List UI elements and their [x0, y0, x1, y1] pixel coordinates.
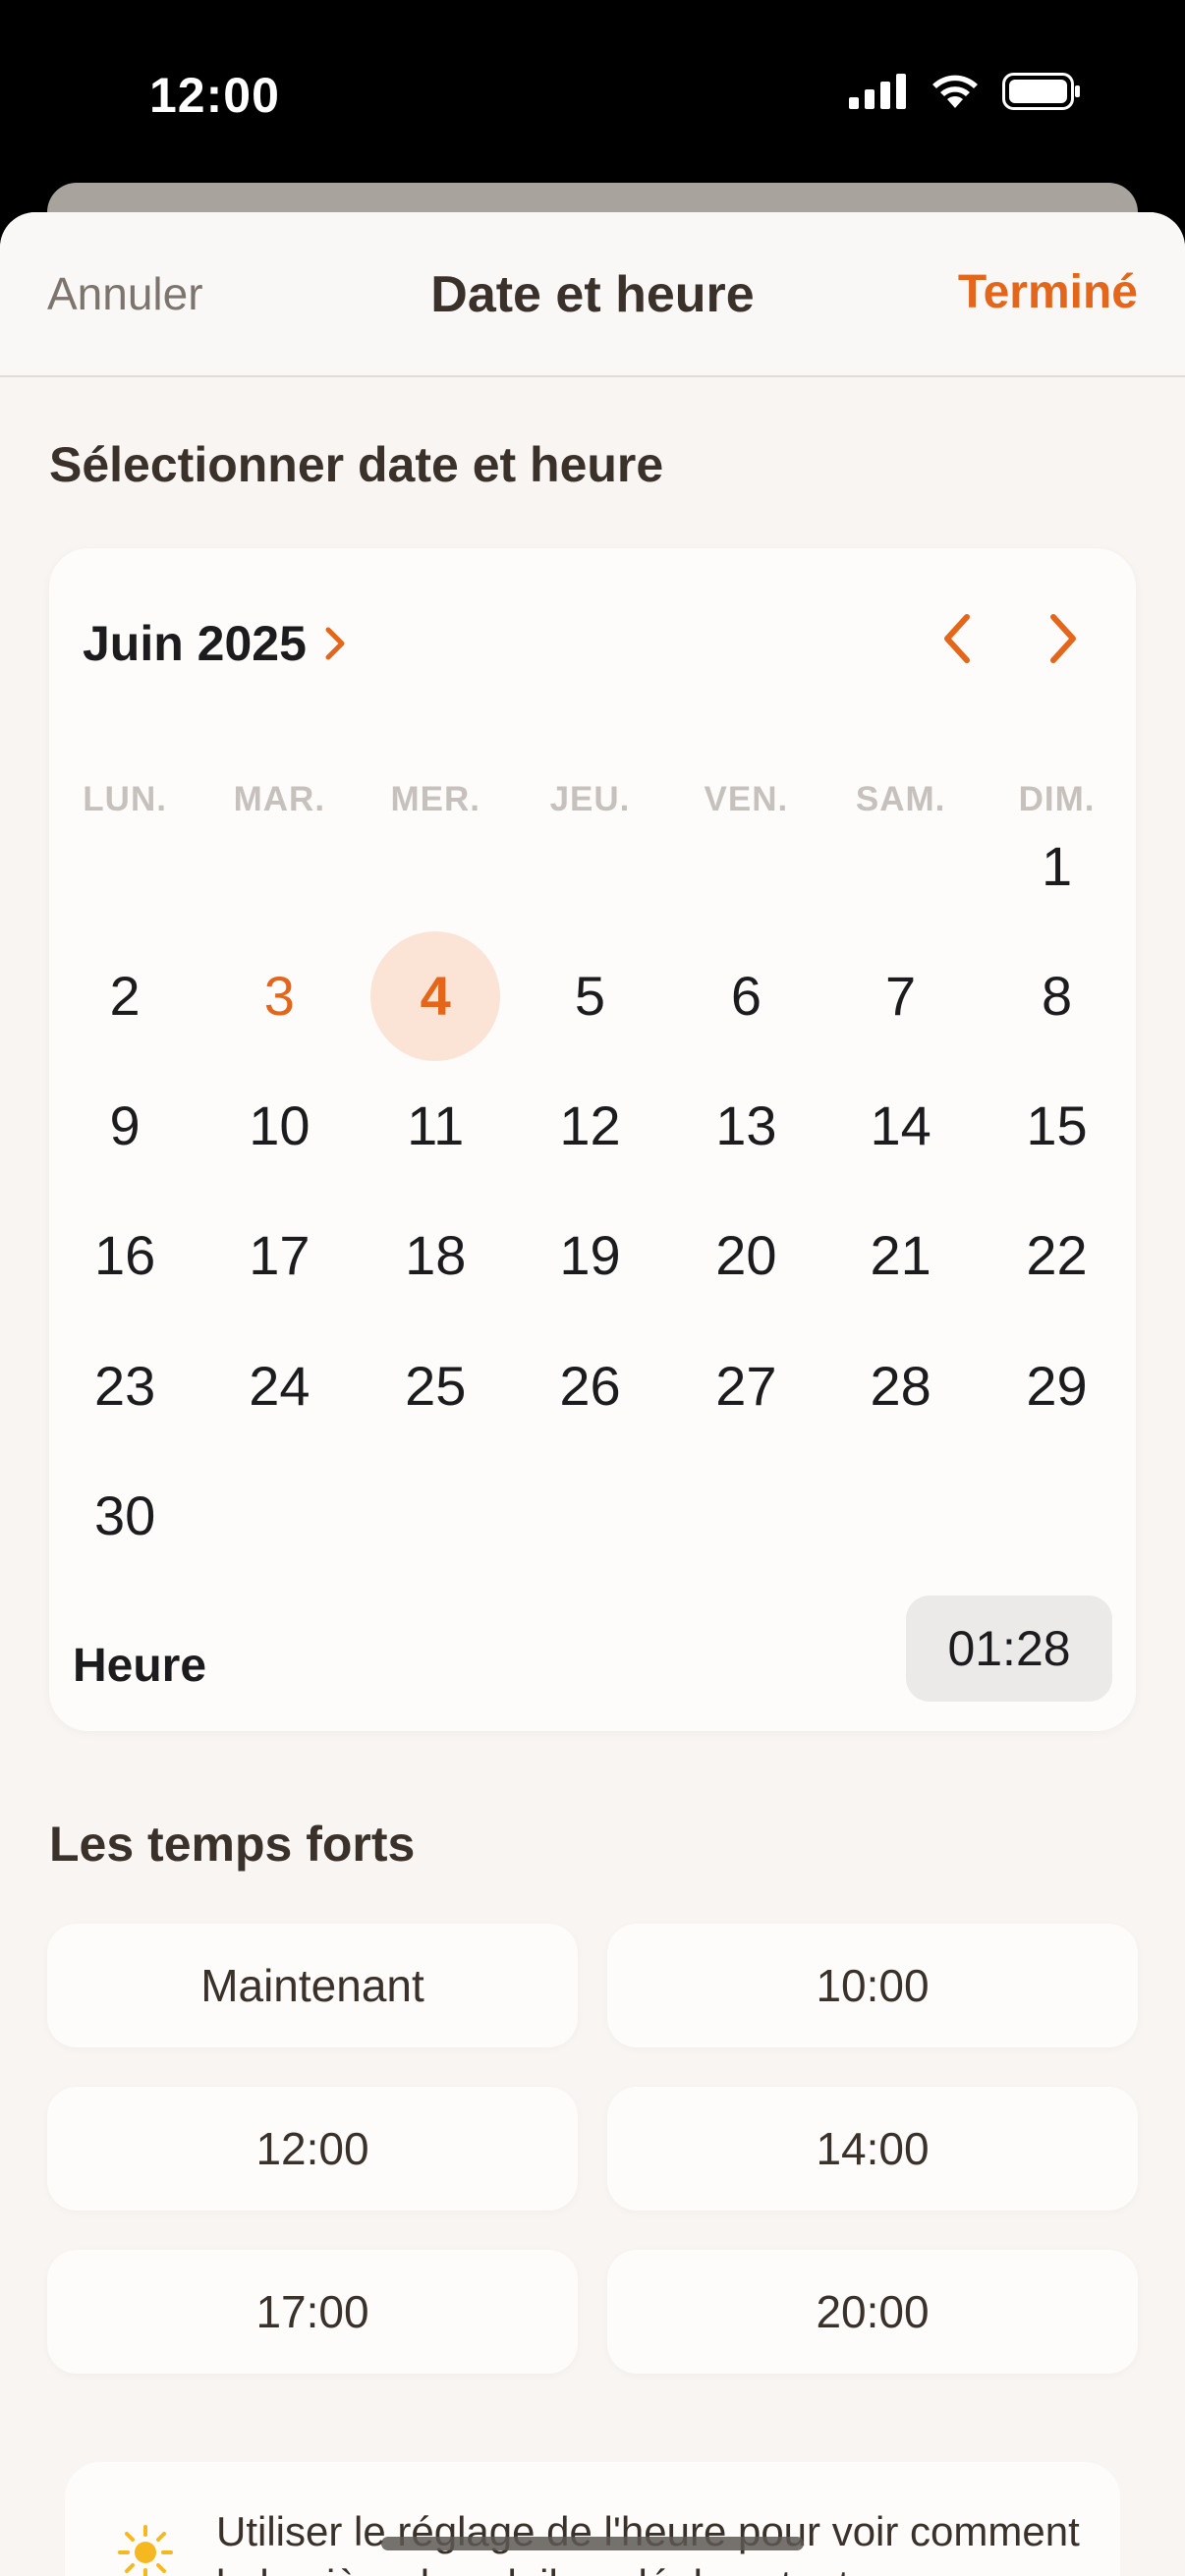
chevron-right-icon: [1050, 614, 1076, 663]
calendar-day[interactable]: 23: [60, 1320, 190, 1450]
time-picker-button[interactable]: 01:28: [906, 1596, 1112, 1702]
calendar-day[interactable]: 5: [525, 931, 654, 1061]
quick-time-button[interactable]: 20:00: [607, 2250, 1138, 2374]
calendar-day[interactable]: 7: [836, 931, 966, 1061]
month-label: Juin 2025: [83, 616, 307, 671]
done-button[interactable]: Terminé: [958, 265, 1138, 319]
navigation-bar: Annuler Date et heure Terminé: [0, 212, 1185, 377]
wifi-icon: [932, 75, 978, 108]
calendar-day[interactable]: 13: [681, 1061, 811, 1191]
calendar-day[interactable]: 15: [992, 1061, 1122, 1191]
cellular-signal-icon: [849, 74, 906, 109]
calendar-day[interactable]: 1: [992, 802, 1122, 931]
calendar-day[interactable]: 6: [681, 931, 811, 1061]
weekday-label: MER.: [390, 780, 480, 818]
sun-icon: [118, 2525, 173, 2576]
date-time-sheet: Annuler Date et heure Terminé Sélectionn…: [0, 212, 1185, 2576]
month-selector[interactable]: Juin 2025: [83, 615, 350, 672]
calendar-day[interactable]: 20: [681, 1191, 811, 1320]
calendar-day[interactable]: 14: [836, 1061, 966, 1191]
chevron-right-icon: [325, 627, 345, 660]
weekday-label: JEU.: [549, 780, 631, 818]
calendar-day[interactable]: 17: [214, 1191, 344, 1320]
calendar-day[interactable]: 27: [681, 1320, 811, 1450]
status-time: 12:00: [149, 68, 280, 123]
tip-card: Utiliser le réglage de l'heure pour voir…: [65, 2462, 1120, 2576]
chevron-left-icon: [944, 614, 970, 663]
calendar-day[interactable]: 9: [60, 1061, 190, 1191]
calendar-day[interactable]: 25: [370, 1320, 500, 1450]
quick-time-button[interactable]: 10:00: [607, 1924, 1138, 2047]
quick-time-button[interactable]: 17:00: [47, 2250, 578, 2374]
calendar-day[interactable]: 22: [992, 1191, 1122, 1320]
quick-time-now-button[interactable]: Maintenant: [47, 1924, 578, 2047]
weekday-label: VEN.: [704, 780, 789, 818]
quick-time-button[interactable]: 14:00: [607, 2087, 1138, 2211]
calendar-day[interactable]: 24: [214, 1320, 344, 1450]
time-label: Heure: [73, 1640, 207, 1692]
calendar-day[interactable]: 3: [214, 931, 344, 1061]
calendar-day[interactable]: 29: [992, 1320, 1122, 1450]
home-indicator: [381, 2537, 804, 2550]
status-bar: 12:00: [0, 0, 1185, 187]
weekday-label: SAM.: [855, 780, 946, 818]
calendar-day-selected[interactable]: 4: [370, 930, 501, 1061]
weekday-label: MAR.: [233, 780, 326, 818]
calendar-day[interactable]: 28: [836, 1320, 966, 1450]
previous-month-button[interactable]: [926, 607, 988, 670]
calendar-day[interactable]: 30: [60, 1450, 190, 1580]
weekday-label: LUN.: [83, 780, 167, 818]
status-icons: [849, 73, 1081, 110]
calendar-day[interactable]: 10: [214, 1061, 344, 1191]
calendar-day[interactable]: 21: [836, 1191, 966, 1320]
calendar-day[interactable]: 18: [370, 1191, 500, 1320]
next-month-button[interactable]: [1032, 607, 1095, 670]
calendar-day[interactable]: 2: [60, 931, 190, 1061]
quick-time-button[interactable]: 12:00: [47, 2087, 578, 2211]
calendar-day[interactable]: 12: [525, 1061, 654, 1191]
battery-icon: [1002, 73, 1080, 110]
calendar-day[interactable]: 16: [60, 1191, 190, 1320]
highlights-title: Les temps forts: [49, 1817, 416, 1872]
calendar-day[interactable]: 26: [525, 1320, 654, 1450]
calendar-card: Juin 2025 LUN. MAR. MER. JEU. VEN. SAM. DIM. 1…: [49, 548, 1136, 1731]
calendar-day[interactable]: 19: [525, 1191, 654, 1320]
calendar-day[interactable]: 8: [992, 931, 1122, 1061]
picker-section-title: Sélectionner date et heure: [49, 437, 664, 492]
calendar-day[interactable]: 11: [370, 1061, 500, 1191]
